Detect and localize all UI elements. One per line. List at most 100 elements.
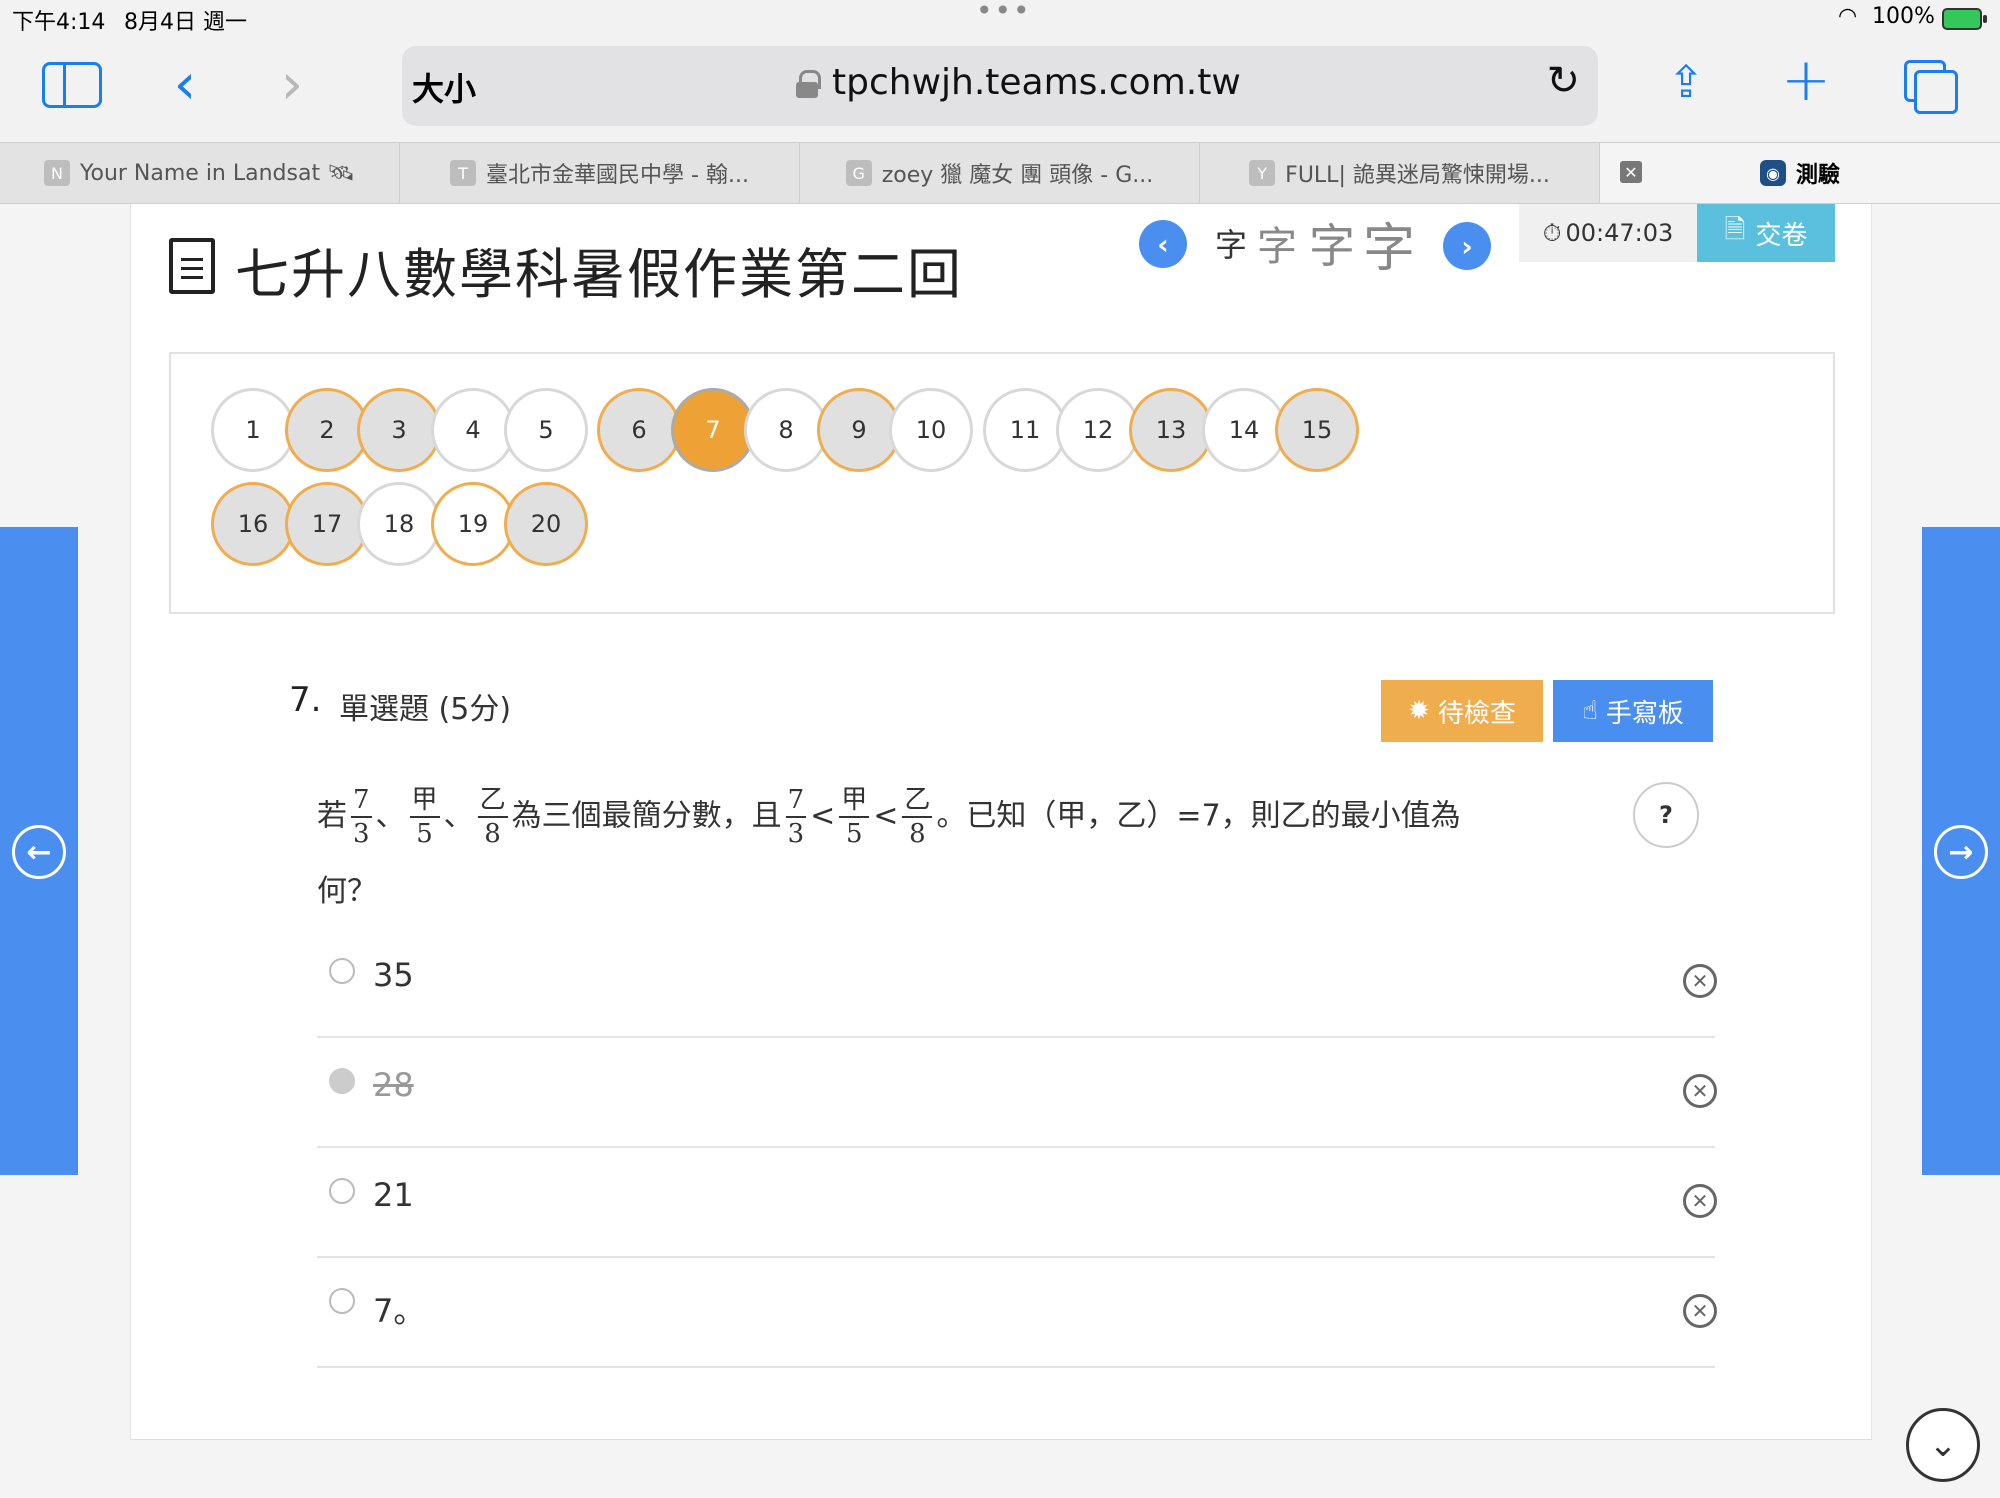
wifi-icon: ◠	[1838, 4, 1858, 29]
question-nav-button[interactable]: 20	[504, 482, 588, 566]
question-nav-button[interactable]: 11	[983, 388, 1067, 472]
multitask-dots-icon[interactable]: •••	[976, 0, 1032, 27]
tab-strip: N Your Name in Landsat 🛰 T 臺北市金華國民中學 - 翰…	[0, 142, 2000, 204]
fraction-numerator: 7	[785, 784, 807, 818]
close-tab-icon[interactable]: ✕	[1620, 161, 1642, 183]
fraction-numerator: 7	[351, 784, 372, 818]
font-size-option[interactable]: 字	[1363, 206, 1415, 281]
scroll-down-icon[interactable]: ⌄	[1906, 1408, 1980, 1482]
eliminate-option-icon[interactable]: ✕	[1683, 1184, 1717, 1218]
quiz-page: 七升八數學科暑假作業第二回 ‹ 字 字 字 字 › ⏱ 00:47:03 🗎 交…	[130, 204, 1872, 1440]
text-size-button[interactable]: 大小	[412, 64, 476, 110]
answer-option[interactable]: 7。 ✕	[317, 1258, 1717, 1368]
fraction-numerator: 乙	[902, 784, 933, 818]
stem-text: 若	[317, 798, 347, 834]
stem-text: 為三個最簡分數，且	[511, 798, 782, 834]
eliminate-option-icon[interactable]: ✕	[1683, 1294, 1717, 1328]
timer-value: 00:47:03	[1565, 219, 1674, 247]
status-time: 下午4:14	[12, 10, 106, 35]
url-text[interactable]: tpchwjh.teams.com.tw	[832, 62, 1241, 103]
option-radio[interactable]	[329, 1178, 355, 1204]
fraction: 乙8	[902, 784, 933, 850]
question-nav-button[interactable]: 4	[431, 388, 515, 472]
tab-favicon: T	[450, 160, 477, 186]
handwrite-label: 手寫板	[1605, 698, 1684, 729]
question-nav-button[interactable]: 14	[1202, 388, 1286, 472]
font-larger-icon[interactable]: ›	[1443, 222, 1491, 270]
bug-icon: ✹	[1408, 696, 1430, 726]
option-radio[interactable]	[329, 1068, 355, 1094]
question-nav-button[interactable]: 6	[597, 388, 681, 472]
option-text: 21	[373, 1176, 414, 1214]
question-nav-button[interactable]: 15	[1275, 388, 1359, 472]
fraction: 甲5	[409, 784, 440, 850]
hand-pointer-icon: ☝	[1582, 696, 1598, 726]
question-number: 7.	[289, 680, 322, 720]
tab-favicon: Y	[1249, 160, 1276, 186]
question-nav-button[interactable]: 1	[211, 388, 295, 472]
question-navigator: 1 2 3 4 5 6 7 8 9 10 11 12 13 14 15 16 17 18 19 20	[169, 352, 1835, 614]
submit-icon: 🗎	[1724, 215, 1746, 245]
battery-icon	[1942, 8, 1987, 30]
stem-line: 若 7 3、甲 5、乙 8 為三個最簡分數，且 7 3 < 甲 5 < 乙 8 。已知（甲，乙）=7，則乙的…	[317, 784, 1461, 854]
tab-favicon: N	[43, 160, 70, 186]
submit-button[interactable]: 🗎 交卷	[1697, 204, 1835, 262]
fraction-numerator: 乙	[477, 784, 508, 818]
handwriting-pad-button[interactable]: ☝ 手寫板	[1553, 680, 1713, 742]
reload-icon[interactable]: ↻	[1546, 58, 1580, 104]
eliminate-option-icon[interactable]: ✕	[1683, 1074, 1717, 1108]
question-nav-button[interactable]: 18	[357, 482, 441, 566]
question-nav-button[interactable]: 16	[211, 482, 295, 566]
stem-line: 何？	[317, 874, 377, 909]
stem-text: 、	[443, 798, 474, 834]
question-nav-button[interactable]: 7	[671, 388, 755, 472]
browser-tab[interactable]: T 臺北市金華國民中學 - 翰...	[400, 143, 800, 203]
tab-title: Your Name in Landsat 🛰	[79, 160, 356, 186]
eliminate-option-icon[interactable]: ✕	[1683, 964, 1717, 998]
question-nav-button[interactable]: 5	[504, 388, 588, 472]
browser-tab[interactable]: Y FULL| 詭異迷局驚悚開場...	[1200, 143, 1600, 203]
tab-title: 測驗	[1795, 163, 1840, 188]
font-size-option[interactable]: 字	[1215, 220, 1247, 266]
question-nav-button[interactable]: 10	[889, 388, 973, 472]
previous-question-panel[interactable]: ←	[0, 527, 78, 1175]
answer-option[interactable]: 28 ✕	[317, 1038, 1717, 1148]
address-bar[interactable]: 大小 tpchwjh.teams.com.tw ↻	[402, 46, 1598, 126]
review-label: 待檢查	[1437, 698, 1516, 729]
font-size-option[interactable]: 字	[1257, 214, 1297, 272]
browser-tab[interactable]: N Your Name in Landsat 🛰	[0, 143, 400, 203]
font-size-option[interactable]: 字	[1309, 210, 1355, 276]
submit-label: 交卷	[1755, 220, 1808, 251]
option-text: 7。	[373, 1292, 426, 1330]
font-smaller-icon[interactable]: ‹	[1139, 220, 1187, 268]
help-button[interactable]: ?	[1633, 782, 1699, 848]
sidebar-toggle-icon[interactable]	[42, 62, 102, 108]
question-nav-button[interactable]: 12	[1056, 388, 1140, 472]
document-icon	[169, 238, 215, 294]
mark-for-review-button[interactable]: ✹ 待檢查	[1381, 680, 1543, 742]
tab-title: FULL| 詭異迷局驚悚開場...	[1285, 163, 1550, 188]
new-tab-icon[interactable]: +	[1780, 45, 1832, 115]
stem-text: 。已知（甲，乙）=7，則乙的最小值為	[936, 798, 1461, 834]
lock-icon	[796, 70, 821, 98]
next-question-panel[interactable]: →	[1922, 527, 2000, 1175]
question-type: 單選題 (5分)	[339, 692, 512, 727]
option-radio[interactable]	[329, 958, 355, 984]
tab-favicon: G	[845, 160, 872, 186]
question-nav-button[interactable]: 3	[357, 388, 441, 472]
less-than-sign: <	[873, 798, 899, 834]
answer-option[interactable]: 21 ✕	[317, 1148, 1717, 1258]
answer-option[interactable]: 35 ✕	[317, 928, 1717, 1038]
browser-tab-active[interactable]: ✕ ◉ 測驗	[1600, 143, 2000, 203]
fraction: 73	[351, 784, 372, 850]
option-radio[interactable]	[329, 1288, 355, 1314]
browser-tab[interactable]: G zoey 獵 魔女 團 頭像 - G...	[800, 143, 1200, 203]
share-icon[interactable]: ⇪	[1662, 52, 1710, 112]
question-nav-button[interactable]: 8	[744, 388, 828, 472]
tabs-overview-icon[interactable]	[1904, 60, 1958, 114]
tab-title: zoey 獵 魔女 團 頭像 - G...	[881, 163, 1154, 188]
back-icon[interactable]: ‹	[165, 52, 205, 117]
question-nav-button[interactable]: 13	[1129, 388, 1213, 472]
question-nav-button[interactable]: 19	[431, 482, 515, 566]
forward-icon[interactable]: ›	[272, 52, 312, 117]
